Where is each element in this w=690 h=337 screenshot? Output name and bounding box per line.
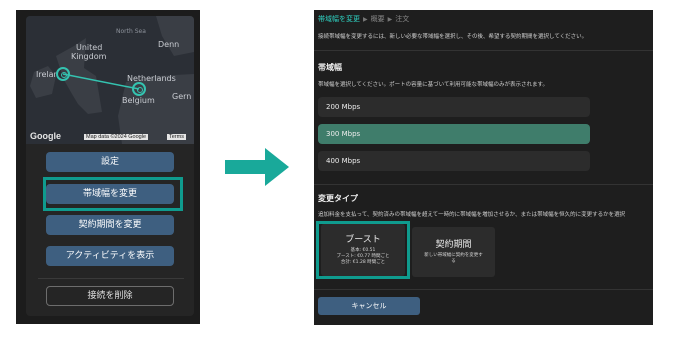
term-description-line2: る	[451, 259, 456, 264]
divider	[38, 278, 184, 279]
bandwidth-title: 帯域幅	[318, 63, 342, 72]
map-footer: Google Map data ©2024 Google Terms	[26, 131, 194, 144]
settings-button[interactable]: 設定	[46, 152, 174, 172]
delete-connection-button[interactable]: 接続を削除	[46, 286, 174, 306]
chevron-right-icon: ▶	[363, 16, 368, 23]
change-term-button[interactable]: 契約期間を変更	[46, 215, 174, 235]
location-marker-icon[interactable]	[132, 82, 146, 96]
divider	[314, 289, 653, 290]
map-attribution: Map data ©2024 Google	[84, 134, 149, 140]
term-option-card[interactable]: 契約期間 新しい帯域幅に契約を変更す る	[412, 227, 495, 277]
arrow-right-icon	[225, 148, 289, 186]
breadcrumb: 帯域幅を変更 ▶ 概要 ▶ 注文	[318, 14, 409, 24]
bandwidth-option-300[interactable]: 300 Mbps	[318, 124, 590, 144]
connection-card: North Sea United Kingdom Denn Irelan Net…	[26, 16, 194, 316]
map[interactable]: North Sea United Kingdom Denn Irelan Net…	[26, 16, 194, 144]
show-activity-button[interactable]: アクティビティを表示	[46, 246, 174, 266]
divider	[314, 50, 653, 51]
change-bandwidth-panel: 帯域幅を変更 ▶ 概要 ▶ 注文 接続帯域幅を変更するには、新しい必要な帯域幅を選択し、…	[314, 10, 653, 325]
bandwidth-option-200[interactable]: 200 Mbps	[318, 97, 590, 117]
highlight-frame	[316, 221, 410, 279]
map-label-united: United	[76, 43, 103, 52]
intro-text: 接続帯域幅を変更するには、新しい必要な帯域幅を選択し、その後、希望する契約期間を…	[318, 34, 588, 40]
map-label-germany: Gern	[172, 92, 192, 101]
change-type-description: 追加料金を支払って、契約済みの帯域幅を超えて一時的に帯域幅を増加させるか、または…	[318, 212, 626, 218]
map-label-denmark: Denn	[158, 40, 180, 49]
term-title: 契約期間	[435, 240, 472, 250]
change-type-title: 変更タイプ	[318, 194, 358, 203]
bandwidth-description: 帯域幅を選択してください。ポートの容量に基づいて利用可能な帯域幅のみが表示されま…	[318, 82, 548, 88]
bandwidth-option-400[interactable]: 400 Mbps	[318, 151, 590, 171]
map-label-belgium: Belgium	[122, 96, 155, 105]
highlight-frame	[43, 177, 183, 211]
map-label-netherlands: Netherlands	[127, 74, 176, 83]
breadcrumb-order[interactable]: 注文	[395, 15, 409, 23]
cancel-button[interactable]: キャンセル	[318, 297, 420, 315]
breadcrumb-change-bandwidth[interactable]: 帯域幅を変更	[318, 15, 360, 23]
google-logo: Google	[30, 131, 61, 141]
connection-panel: North Sea United Kingdom Denn Irelan Net…	[16, 10, 200, 324]
map-label-kingdom: Kingdom	[71, 52, 107, 61]
breadcrumb-overview[interactable]: 概要	[371, 15, 385, 23]
map-label-north-sea: North Sea	[116, 28, 146, 35]
map-terms-link[interactable]: Terms	[167, 134, 186, 140]
location-marker-icon[interactable]	[56, 67, 70, 81]
divider	[314, 184, 653, 185]
chevron-right-icon: ▶	[387, 16, 393, 23]
